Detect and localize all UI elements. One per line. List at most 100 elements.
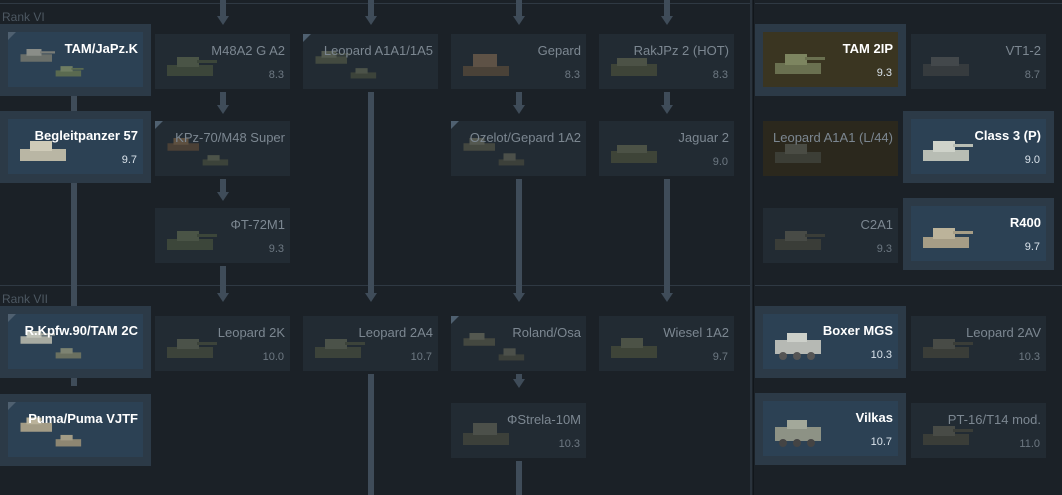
vehicle-card-boxer[interactable]: Boxer MGS 10.3 — [755, 306, 906, 378]
vehicle-card-tam2ip[interactable]: TAM 2IP 9.3 — [755, 24, 906, 96]
vehicle-card-inner: Puma/Puma VJTF — [8, 402, 143, 457]
connector-line — [368, 0, 374, 16]
vehicle-card-wiesel[interactable]: Wiesel 1A2 9.7 — [599, 316, 734, 371]
rank-divider-premium — [755, 285, 1062, 286]
vehicle-name: C2A1 — [860, 217, 893, 232]
folder-marker — [303, 34, 311, 42]
connector-line — [516, 179, 522, 293]
vehicle-card-leopard2av[interactable]: Leopard 2AV 10.3 — [911, 316, 1046, 371]
tech-tree: Rank VI Rank VII TAM/JaPz.K M48A2 G A2 8… — [0, 0, 1062, 495]
connector-arrow — [365, 16, 377, 25]
battle-rating: 10.3 — [1018, 351, 1040, 363]
vehicle-name: KPz-70/M48 Super — [175, 130, 285, 145]
vehicle-card-inner: Class 3 (P) 9.0 — [911, 119, 1046, 174]
vehicle-card-c2a1[interactable]: C2A1 9.3 — [763, 208, 898, 263]
vehicle-card-vilkas[interactable]: Vilkas 10.7 — [755, 393, 906, 465]
vehicle-card-leopard-a1a1-1a5[interactable]: Leopard A1A1/1A5 — [303, 34, 438, 89]
spaa-icon — [495, 149, 529, 171]
vehicle-card-class3p[interactable]: Class 3 (P) 9.0 — [903, 111, 1054, 183]
vehicle-name: TAM 2IP — [842, 41, 893, 56]
battle-rating: 9.7 — [121, 154, 137, 166]
rank-label-vii: Rank VII — [2, 292, 49, 306]
vehicle-name: Wiesel 1A2 — [663, 325, 729, 340]
rank-label-vi: Rank VI — [2, 10, 45, 24]
vehicle-card-ozelot[interactable]: Ozelot/Gepard 1A2 — [451, 121, 586, 176]
vehicle-name: Leopard 2AV — [966, 325, 1041, 340]
battle-rating: 9.7 — [1024, 241, 1040, 253]
tank-icon — [919, 220, 975, 254]
vehicle-card-t72m1[interactable]: ΦT-72M1 9.3 — [155, 208, 290, 263]
vehicle-card-m48a2g[interactable]: M48A2 G A2 8.3 — [155, 34, 290, 89]
connector-line — [664, 92, 670, 106]
connector-arrow — [513, 293, 525, 302]
folder-marker — [8, 314, 16, 322]
vehicle-card-vt1-2[interactable]: VT1-2 8.7 — [911, 34, 1046, 89]
vehicle-card-inner: R400 9.7 — [911, 206, 1046, 261]
vehicle-name: R.Kpfw.90/TAM 2C — [24, 323, 138, 338]
connector-line — [664, 0, 670, 16]
vehicle-card-puma[interactable]: Puma/Puma VJTF — [0, 394, 151, 466]
vehicle-name: Leopard 2K — [217, 325, 285, 340]
battle-rating: 10.7 — [410, 351, 432, 363]
vehicle-card-r400[interactable]: R400 9.7 — [903, 198, 1054, 270]
vehicle-card-inner: Vilkas 10.7 — [763, 401, 898, 456]
vehicle-name: R400 — [1009, 215, 1041, 230]
vehicle-card-jaguar2[interactable]: Jaguar 2 9.0 — [599, 121, 734, 176]
vehicle-card-inner: Begleitpanzer 57 9.7 — [8, 119, 143, 174]
tank-icon — [771, 46, 827, 80]
folder-marker — [155, 121, 163, 129]
battle-rating: 8.3 — [268, 69, 284, 81]
vehicle-name: Roland/Osa — [512, 325, 581, 340]
vehicle-card-inner: TAM 2IP 9.3 — [763, 32, 898, 87]
tank-icon — [52, 342, 86, 364]
vehicle-card-kpz70[interactable]: KPz-70/M48 Super — [155, 121, 290, 176]
vehicle-name: Vilkas — [855, 410, 893, 425]
connector-arrow — [513, 16, 525, 25]
vehicle-name: PT-16/T14 mod. — [947, 412, 1041, 427]
vehicle-card-rakjpz2[interactable]: RakJPz 2 (HOT) 8.3 — [599, 34, 734, 89]
vehicle-name: Jaguar 2 — [678, 130, 729, 145]
premium-column-divider — [750, 0, 752, 495]
rank-divider — [0, 285, 750, 286]
vehicle-name: Leopard 2A4 — [358, 325, 433, 340]
vehicle-name: Leopard A1A1 (L/44) — [773, 130, 893, 145]
ifv-icon — [52, 430, 86, 452]
connector-arrow — [661, 16, 673, 25]
connector-arrow — [365, 293, 377, 302]
battle-rating: 9.7 — [712, 351, 728, 363]
battle-rating: 8.3 — [564, 69, 580, 81]
vehicle-card-rkpfw90[interactable]: R.Kpfw.90/TAM 2C — [0, 306, 151, 378]
vehicle-card-leopard2k[interactable]: Leopard 2K 10.0 — [155, 316, 290, 371]
vehicle-card-begleitpanzer[interactable]: Begleitpanzer 57 9.7 — [0, 111, 151, 183]
tank-icon — [199, 149, 233, 171]
connector-line — [220, 92, 226, 106]
connector-line — [220, 179, 226, 193]
vehicle-name: Ozelot/Gepard 1A2 — [469, 130, 581, 145]
ifv-icon — [771, 415, 827, 449]
rank-divider-top — [0, 3, 750, 4]
tank-icon — [163, 330, 219, 364]
battle-rating: 10.0 — [262, 351, 284, 363]
battle-rating: 11.0 — [1019, 438, 1040, 450]
folder-marker — [8, 402, 16, 410]
vehicle-card-gepard[interactable]: Gepard 8.3 — [451, 34, 586, 89]
tank-icon — [919, 48, 975, 82]
connector-line — [368, 92, 374, 293]
vehicle-card-pt16[interactable]: PT-16/T14 mod. 11.0 — [911, 403, 1046, 458]
battle-rating: 10.3 — [558, 438, 580, 450]
spaa-icon — [459, 48, 515, 82]
vehicle-card-leopard2a4[interactable]: Leopard 2A4 10.7 — [303, 316, 438, 371]
vehicle-card-tam-japz[interactable]: TAM/JaPz.K — [0, 24, 151, 96]
vehicle-card-leopard-a1a1-l44[interactable]: Leopard A1A1 (L/44) — [763, 121, 898, 176]
vehicle-card-inner: Boxer MGS 10.3 — [763, 314, 898, 369]
connector-line — [664, 179, 670, 293]
battle-rating: 8.3 — [712, 69, 728, 81]
connector-line — [516, 0, 522, 16]
vehicle-card-roland[interactable]: Roland/Osa — [451, 316, 586, 371]
connector-line — [516, 92, 522, 106]
vehicle-name: Class 3 (P) — [974, 128, 1041, 143]
battle-rating: 10.3 — [870, 349, 892, 361]
connector-arrow — [217, 293, 229, 302]
connector-arrow — [513, 105, 525, 114]
vehicle-card-strela[interactable]: ΦStrela-10M 10.3 — [451, 403, 586, 458]
